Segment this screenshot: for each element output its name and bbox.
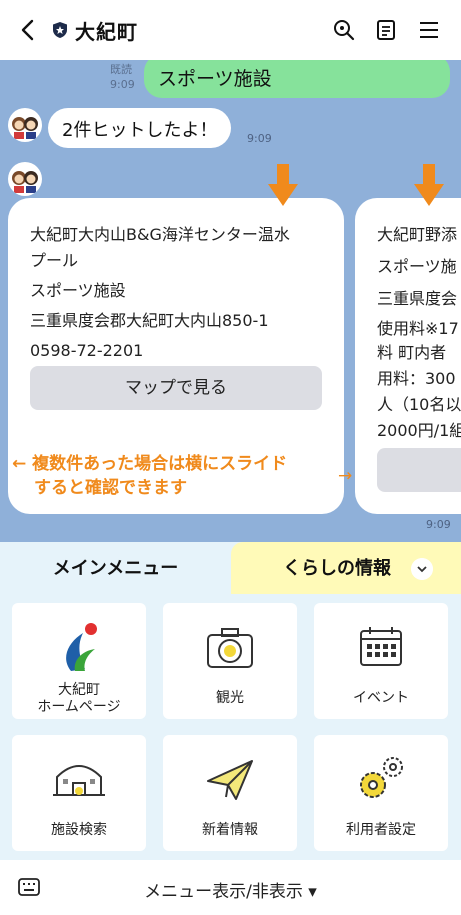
tile-user-settings[interactable]: 利用者設定 <box>314 735 448 851</box>
notes-icon[interactable] <box>374 18 398 42</box>
right-arrow: → <box>338 466 353 486</box>
received-message[interactable]: 2件ヒットしたよ！ <box>48 108 232 148</box>
chevron-down-icon <box>411 558 433 580</box>
facility-card[interactable]: 大紀町野添 スポーツ施 三重県度会 使用料※17 料 町内者 用料：300 人（… <box>355 198 461 514</box>
bottom-bar: メニュー表示/非表示 ▾ <box>0 860 461 915</box>
down-arrow-icon <box>414 164 444 206</box>
facility-name-cont: プール <box>30 251 79 270</box>
tab-main-menu[interactable]: メインメニュー <box>0 542 231 594</box>
read-receipt: 既読 9:09 <box>110 63 135 91</box>
message-time: 9:09 <box>247 132 272 145</box>
menu-toggle-button[interactable]: メニュー表示/非表示 ▾ <box>0 877 461 902</box>
view-map-button[interactable]: マップで見る <box>30 366 322 410</box>
header-bar: 大紀町 <box>0 0 461 60</box>
facility-category: スポーツ施 <box>377 257 457 276</box>
page-title: 大紀町 <box>75 20 138 44</box>
tile-events[interactable]: イベント <box>314 603 448 719</box>
tile-sightseeing[interactable]: 観光 <box>163 603 297 719</box>
bot-avatar-image <box>12 171 38 193</box>
facility-address: 三重県度会郡大紀町大内山850-1 <box>30 311 269 330</box>
view-map-button[interactable] <box>377 448 461 492</box>
bot-avatar-image <box>12 117 38 139</box>
tile-homepage[interactable]: 大紀町 ホームページ <box>12 603 146 719</box>
back-icon[interactable] <box>14 16 42 44</box>
camera-icon <box>207 628 253 668</box>
tile-news[interactable]: 新着情報 <box>163 735 297 851</box>
facility-phone[interactable]: 0598-72-2201 <box>30 336 143 366</box>
message-time: 9:09 <box>426 518 451 531</box>
menu-icon[interactable] <box>417 18 441 42</box>
tab-life-info[interactable]: くらしの情報 <box>231 542 461 594</box>
sent-message[interactable]: スポーツ施設 <box>144 60 450 98</box>
shield-icon <box>53 22 67 38</box>
rich-menu: メインメニュー くらしの情報 大紀町 ホームページ 観光 イベント 施設検索 新… <box>0 542 461 860</box>
swipe-hint: ← 複数件あった場合は横にスライド すると確認できます → <box>12 454 353 498</box>
facility-category: スポーツ施設 <box>30 281 126 300</box>
bot-avatar[interactable] <box>8 108 42 142</box>
building-icon <box>53 765 105 796</box>
chat-area[interactable]: 既読 9:09 スポーツ施設 2件ヒットしたよ！ 9:09 大紀町大内山B&G海… <box>0 60 461 542</box>
tile-facility-search[interactable]: 施設検索 <box>12 735 146 851</box>
paper-plane-icon <box>207 760 253 800</box>
facility-address: 三重県度会 <box>377 289 458 308</box>
facility-info: 2000円/1組 <box>377 421 461 440</box>
facility-name: 大紀町野添 <box>377 225 458 244</box>
gears-icon <box>360 757 403 798</box>
calendar-icon <box>360 627 402 666</box>
down-arrow-icon <box>268 164 298 206</box>
search-icon[interactable] <box>332 18 356 42</box>
bot-avatar[interactable] <box>8 162 42 196</box>
town-logo-icon <box>66 623 97 671</box>
